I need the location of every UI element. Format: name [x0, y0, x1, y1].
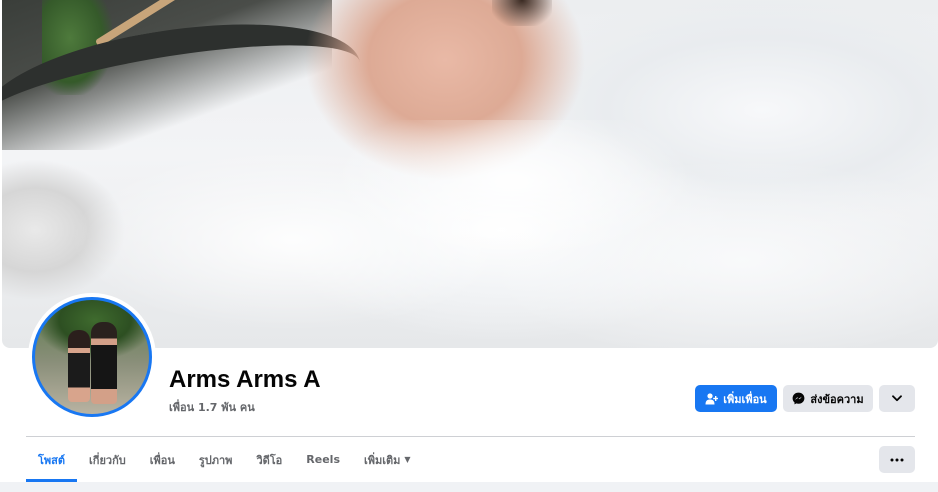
message-label: ส่งข้อความ	[810, 392, 864, 406]
tab-friends[interactable]: เพื่อน	[138, 437, 187, 482]
tab-more[interactable]: เพิ่มเติม ▼	[352, 437, 423, 482]
person-plus-icon	[705, 392, 719, 405]
page-background-strip	[0, 482, 938, 492]
more-options-button[interactable]	[879, 385, 915, 412]
tab-label: รูปภาพ	[198, 453, 233, 467]
avatar-person	[68, 330, 90, 402]
message-button[interactable]: ส่งข้อความ	[783, 385, 873, 412]
tab-label: โพสต์	[38, 453, 66, 467]
cover-photo[interactable]	[2, 0, 938, 348]
profile-name: Arms Arms A	[169, 366, 321, 393]
tab-about[interactable]: เกี่ยวกับ	[77, 437, 138, 482]
chevron-down-icon	[892, 395, 902, 402]
caret-down-icon: ▼	[404, 455, 411, 464]
messenger-icon	[792, 392, 805, 405]
add-friend-button[interactable]: เพิ่มเพื่อน	[695, 385, 777, 412]
avatar-person	[91, 322, 117, 404]
profile-tabs: โพสต์ เกี่ยวกับ เพื่อน รูปภาพ วิดีโอ Ree…	[26, 437, 423, 482]
tab-label: เพื่อน	[149, 453, 175, 467]
cover-hair	[492, 0, 552, 26]
tab-label: วิดีโอ	[256, 453, 283, 467]
tab-posts[interactable]: โพสต์	[26, 437, 78, 482]
tab-label: Reels	[306, 453, 340, 466]
add-friend-label: เพิ่มเพื่อน	[723, 392, 767, 406]
tab-label: เกี่ยวกับ	[89, 453, 126, 467]
tab-photos[interactable]: รูปภาพ	[187, 437, 245, 482]
cover-foam	[62, 120, 938, 348]
tab-reels[interactable]: Reels	[294, 437, 352, 482]
tab-videos[interactable]: วิดีโอ	[244, 437, 294, 482]
avatar[interactable]	[32, 297, 152, 417]
overflow-menu-button[interactable]	[879, 446, 915, 473]
friend-count[interactable]: เพื่อน 1.7 พัน คน	[169, 398, 255, 416]
tab-label: เพิ่มเติม	[364, 453, 401, 467]
ellipsis-icon	[890, 458, 904, 462]
profile-picture-frame[interactable]	[28, 293, 156, 421]
